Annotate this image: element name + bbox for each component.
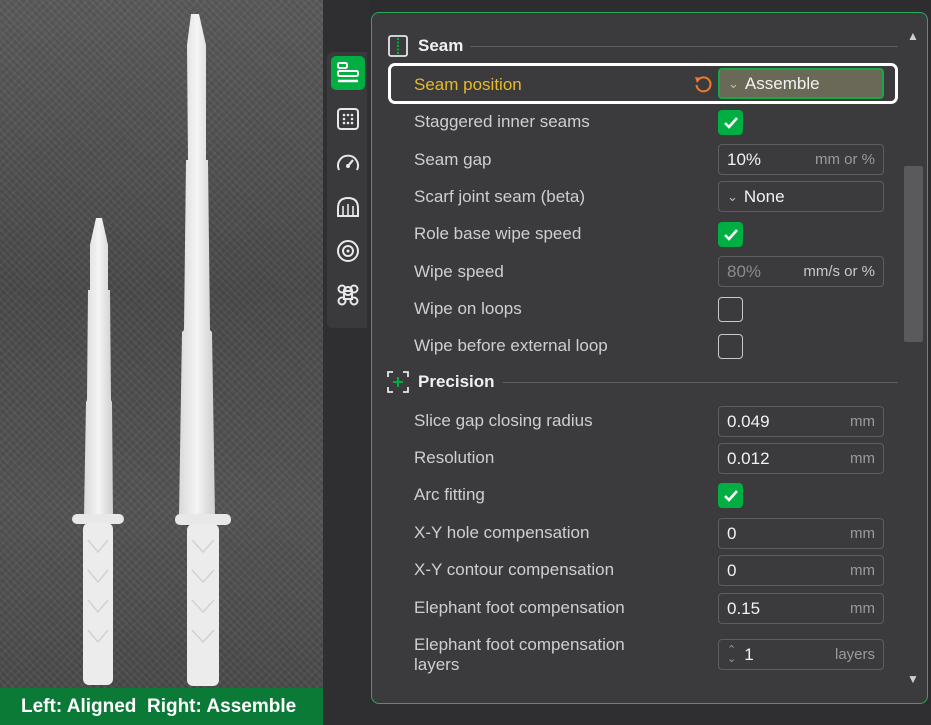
layers-icon — [337, 62, 359, 83]
seam-gap-label: Seam gap — [414, 150, 492, 169]
wipe-on-loops-label: Wipe on loops — [414, 299, 522, 318]
elephant-foot-compensation-value: 0.15 — [727, 598, 761, 618]
others-tab[interactable] — [331, 278, 365, 312]
section-divider — [503, 382, 898, 383]
xy-contour-compensation-value: 0 — [727, 560, 737, 580]
row-arc-fitting: Arc fitting — [414, 480, 485, 510]
resolution-input[interactable]: 0.012 mm — [718, 443, 884, 474]
support-icon — [337, 196, 359, 217]
xy-hole-compensation-input[interactable]: 0 mm — [718, 518, 884, 549]
comparison-photo: Left: Aligned Right: Assemble — [0, 0, 323, 725]
row-wipe-speed: Wipe speed — [414, 257, 504, 287]
wipe-speed-value: 80% — [727, 261, 762, 281]
scrollbar-thumb[interactable] — [904, 166, 923, 342]
filament-tab[interactable] — [331, 234, 365, 268]
wipe-speed-label: Wipe speed — [414, 262, 504, 281]
xy-hole-compensation-unit: mm — [850, 525, 875, 542]
stepper-arrows-icon[interactable]: ⌃ ⌄ — [727, 644, 736, 664]
highlight-frame — [388, 63, 898, 104]
xy-contour-compensation-label: X-Y contour compensation — [414, 560, 615, 579]
row-seam-gap: Seam gap — [414, 145, 492, 175]
infill-icon — [337, 108, 359, 130]
row-staggered-inner-seams: Staggered inner seams — [414, 107, 590, 137]
checkmark-icon — [723, 489, 738, 502]
panel-footer — [371, 704, 931, 725]
settings-tab-bar — [327, 52, 367, 328]
speedometer-icon — [337, 154, 359, 171]
speed-tab[interactable] — [331, 147, 365, 181]
arc-fitting-label: Arc fitting — [414, 485, 485, 504]
wipe-before-external-loop-label: Wipe before external loop — [414, 336, 608, 355]
strength-tab[interactable] — [331, 102, 365, 136]
long-sword — [175, 14, 231, 686]
section-title: Precision — [418, 372, 495, 391]
small-sword — [72, 218, 124, 685]
slice-gap-closing-radius-value: 0.049 — [727, 411, 770, 431]
xy-contour-compensation-unit: mm — [850, 562, 875, 579]
command-icon — [337, 284, 359, 306]
slice-gap-closing-radius-unit: mm — [850, 413, 875, 430]
row-elephant-foot-compensation: Elephant foot compensation — [414, 593, 625, 623]
row-wipe-before-external-loop: Wipe before external loop — [414, 331, 608, 361]
row-xy-contour-compensation: X-Y contour compensation — [414, 555, 614, 585]
photo-caption: Left: Aligned Right: Assemble — [0, 688, 323, 725]
chevron-down-icon: ⌄ — [727, 188, 738, 204]
seam-icon — [388, 35, 408, 57]
wipe-speed-input[interactable]: 80% mm/s or % — [718, 256, 884, 287]
row-scarf-joint-seam: Scarf joint seam (beta) — [414, 182, 585, 212]
section-seam: Seam — [386, 34, 463, 58]
checkmark-icon — [723, 228, 738, 241]
elephant-foot-compensation-input[interactable]: 0.15 mm — [718, 593, 884, 624]
scrollbar-track[interactable] — [906, 50, 920, 670]
spool-icon — [337, 240, 359, 262]
elephant-foot-compensation-layers-value: 1 — [744, 644, 754, 664]
xy-hole-compensation-label: X-Y hole compensation — [414, 523, 590, 542]
seam-gap-value: 10% — [727, 149, 762, 169]
wipe-on-loops-checkbox[interactable] — [718, 297, 743, 322]
scarf-joint-seam-select[interactable]: ⌄ None — [718, 181, 884, 212]
section-precision: Precision — [386, 370, 495, 394]
slice-gap-closing-radius-input[interactable]: 0.049 mm — [718, 406, 884, 437]
seam-gap-input[interactable]: 10% mm or % — [718, 144, 884, 175]
support-tab[interactable] — [331, 190, 365, 224]
elephant-foot-compensation-layers-label: Elephant foot compensation layers — [414, 635, 625, 674]
staggered-inner-seams-label: Staggered inner seams — [414, 112, 590, 131]
arc-fitting-checkbox[interactable] — [718, 483, 743, 508]
elephant-foot-compensation-label: Elephant foot compensation — [414, 598, 625, 617]
checkmark-icon — [723, 116, 738, 129]
quality-tab[interactable] — [331, 56, 365, 90]
printed-swords-image — [72, 14, 231, 686]
row-xy-hole-compensation: X-Y hole compensation — [414, 518, 589, 548]
row-wipe-on-loops: Wipe on loops — [414, 294, 522, 324]
row-role-base-wipe-speed: Role base wipe speed — [414, 219, 581, 249]
role-base-wipe-speed-checkbox[interactable] — [718, 222, 743, 247]
xy-contour-compensation-input[interactable]: 0 mm — [718, 555, 884, 586]
elephant-foot-compensation-layers-unit: layers — [834, 646, 875, 663]
row-resolution: Resolution — [414, 443, 494, 473]
resolution-value: 0.012 — [727, 448, 770, 468]
scroll-down-arrow[interactable]: ▼ — [905, 671, 921, 687]
scarf-joint-seam-label: Scarf joint seam (beta) — [414, 187, 586, 206]
resolution-unit: mm — [850, 450, 875, 467]
elephant-foot-compensation-unit: mm — [850, 600, 875, 617]
wipe-speed-unit: mm/s or % — [803, 263, 875, 280]
section-divider — [470, 46, 898, 47]
row-slice-gap-closing-radius: Slice gap closing radius — [414, 406, 593, 436]
scarf-joint-seam-value: None — [743, 186, 785, 206]
role-base-wipe-speed-label: Role base wipe speed — [414, 224, 582, 243]
slice-gap-closing-radius-label: Slice gap closing radius — [414, 411, 593, 430]
xy-hole-compensation-value: 0 — [727, 523, 737, 543]
row-elephant-foot-compensation-layers: Elephant foot compensation layers — [414, 634, 674, 676]
section-title: Seam — [418, 36, 464, 55]
scroll-up-arrow[interactable]: ▲ — [905, 28, 921, 44]
wipe-before-external-loop-checkbox[interactable] — [718, 334, 743, 359]
elephant-foot-compensation-layers-stepper[interactable]: ⌃ ⌄ 1 layers — [718, 639, 884, 670]
caption-left: Left: Aligned — [21, 695, 137, 717]
resolution-label: Resolution — [414, 448, 495, 467]
staggered-inner-seams-checkbox[interactable] — [718, 110, 743, 135]
precision-icon — [387, 371, 409, 393]
caption-right: Right: Assemble — [146, 695, 297, 717]
seam-gap-unit: mm or % — [815, 151, 875, 168]
